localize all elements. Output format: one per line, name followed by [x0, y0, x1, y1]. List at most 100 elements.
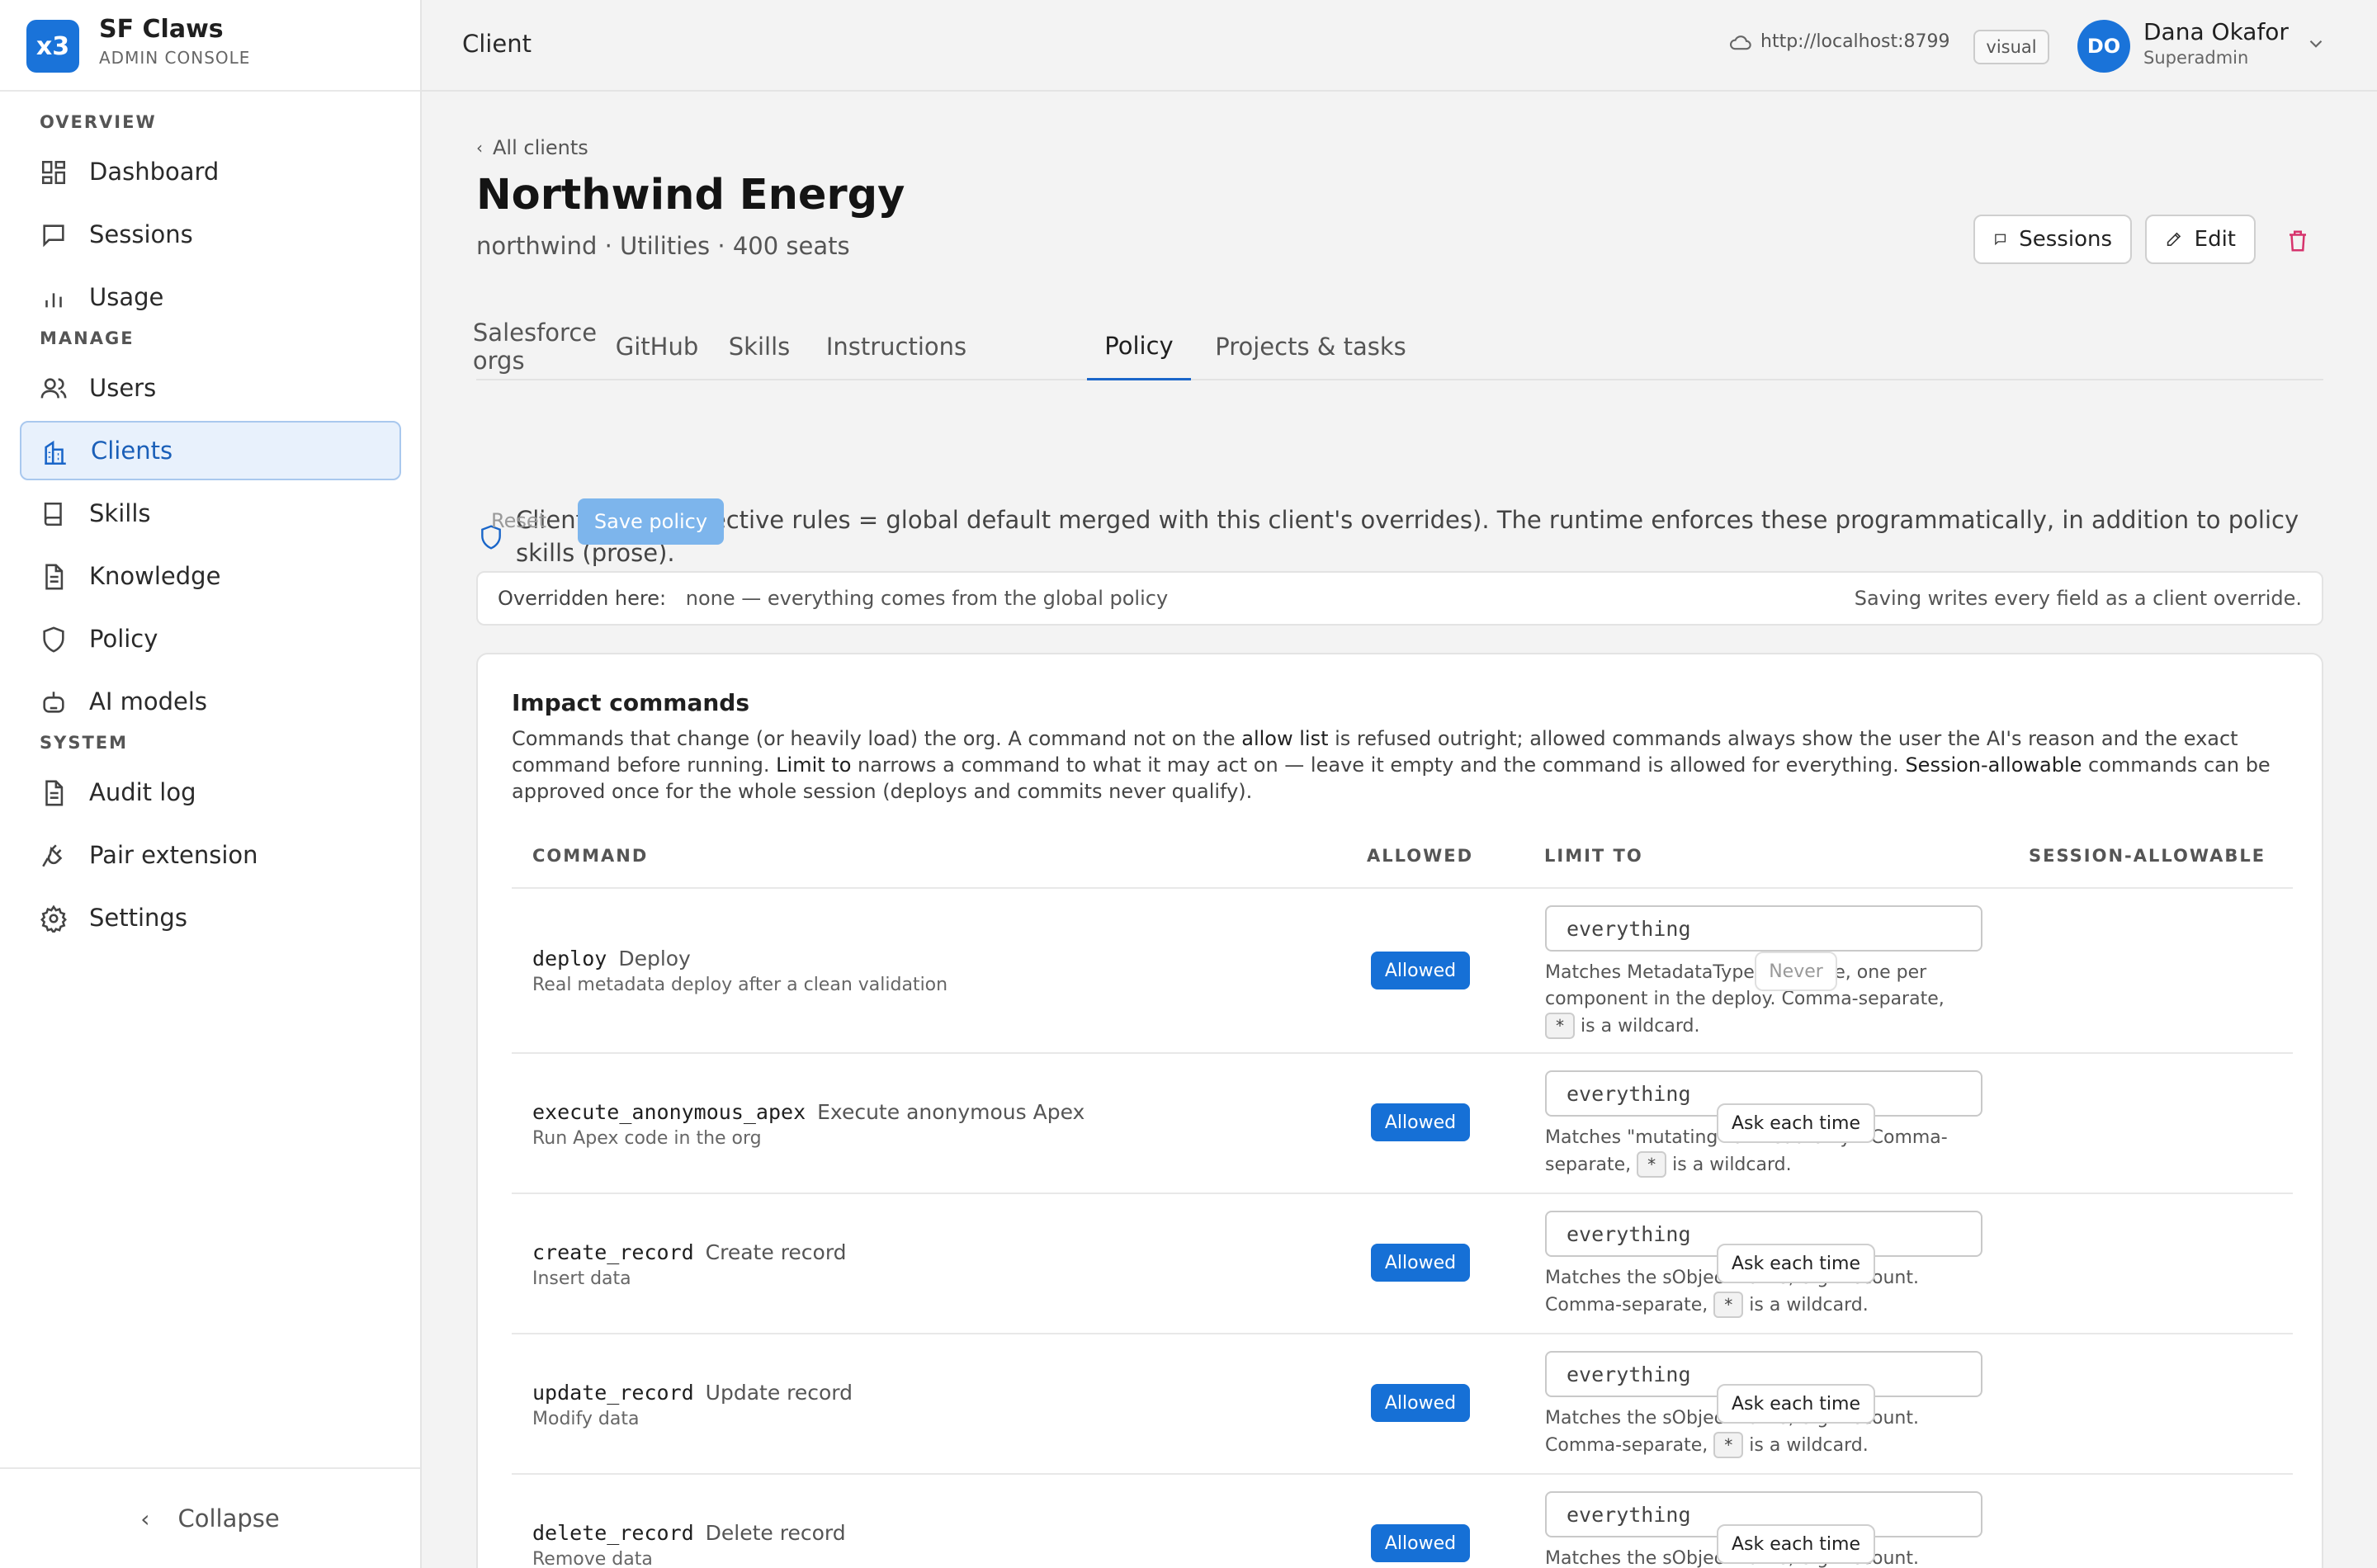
- sidebar-item-knowledge[interactable]: Knowledge: [20, 546, 401, 606]
- brand-logo: x3: [26, 20, 79, 73]
- hint-text: is a wildcard.: [1749, 1295, 1869, 1315]
- chevron-left-icon: ‹: [476, 138, 483, 158]
- topbar: Client http://localhost:8799 visual DO D…: [422, 0, 2377, 92]
- session-allowable-select[interactable]: Ask each time: [1717, 1103, 1875, 1143]
- section-system: SYSTEM: [40, 733, 129, 753]
- allowed-toggle[interactable]: Allowed: [1371, 1244, 1470, 1282]
- users-icon: [40, 378, 67, 399]
- sidebar-item-ai-models[interactable]: AI models: [20, 672, 401, 731]
- session-allowable-select[interactable]: Ask each time: [1717, 1244, 1875, 1283]
- table-row: deploy Deploy Real metadata deploy after …: [512, 887, 2293, 1052]
- collapse-button[interactable]: ‹ Collapse: [0, 1467, 420, 1568]
- column-header-command: COMMAND: [532, 846, 649, 866]
- edit-button[interactable]: Edit: [2145, 215, 2256, 264]
- session-allowable-badge: Never: [1755, 952, 1837, 991]
- sidebar-item-clients[interactable]: Clients: [20, 421, 401, 480]
- shield-icon: [43, 626, 64, 653]
- command-code: update_record: [532, 1381, 694, 1405]
- tab-projects-tasks[interactable]: Projects & tasks: [1209, 313, 1412, 380]
- sidebar-item-label: Audit log: [89, 778, 196, 806]
- tab-instructions[interactable]: Instructions: [816, 313, 976, 380]
- chevron-down-icon[interactable]: [2305, 33, 2327, 54]
- sidebar-item-audit-log[interactable]: Audit log: [20, 763, 401, 822]
- command-title: execute_anonymous_apex Execute anonymous …: [532, 1100, 1085, 1124]
- desc-text: Commands that change (or heavily load) t…: [512, 727, 1242, 750]
- sessions-button[interactable]: Sessions: [1973, 215, 2132, 264]
- sidebar-item-users[interactable]: Users: [20, 358, 401, 418]
- table-row: delete_record Delete record Remove data A…: [512, 1473, 2293, 1568]
- allowed-toggle[interactable]: Allowed: [1371, 952, 1470, 989]
- limit-to-input[interactable]: everything: [1545, 905, 1982, 952]
- book-icon: [44, 502, 62, 527]
- back-link[interactable]: ‹ All clients: [476, 136, 588, 159]
- sidebar-item-skills[interactable]: Skills: [20, 484, 401, 543]
- sidebar-item-label: Users: [89, 374, 157, 402]
- allowed-toggle[interactable]: Allowed: [1371, 1524, 1470, 1562]
- delete-button[interactable]: [2277, 220, 2318, 262]
- session-allowable-select[interactable]: Ask each time: [1717, 1384, 1875, 1424]
- document-icon: [45, 564, 64, 590]
- page-title: Northwind Energy: [476, 171, 905, 220]
- back-link-label: All clients: [493, 136, 588, 159]
- tab-skills[interactable]: Skills: [721, 313, 798, 380]
- hint-text: is a wildcard.: [1749, 1435, 1869, 1456]
- save-policy-button[interactable]: Save policy: [578, 498, 724, 545]
- overridden-label: Overridden here:: [498, 587, 667, 610]
- tab-salesforce-orgs[interactable]: Salesforce orgs: [473, 313, 597, 380]
- brand-subtitle: ADMIN CONSOLE: [99, 48, 251, 68]
- sidebar-item-usage[interactable]: Usage: [20, 267, 401, 327]
- cloud-icon: [1730, 35, 1751, 50]
- sidebar-item-sessions[interactable]: Sessions: [20, 205, 401, 264]
- card-title: Impact commands: [512, 689, 749, 716]
- sidebar-item-settings[interactable]: Settings: [20, 888, 401, 947]
- sidebar-item-pair-extension[interactable]: Pair extension: [20, 825, 401, 885]
- plug-icon: [42, 844, 63, 867]
- wildcard-key: *: [1545, 1013, 1576, 1039]
- command-name: Create record: [705, 1240, 847, 1264]
- command-name: Delete record: [705, 1521, 846, 1545]
- chat-icon: [43, 224, 64, 248]
- command-title: create_record Create record: [532, 1240, 847, 1264]
- command-description: Remove data: [532, 1549, 653, 1568]
- command-description: Modify data: [532, 1409, 640, 1429]
- command-code: create_record: [532, 1240, 694, 1264]
- allowed-toggle[interactable]: Allowed: [1371, 1384, 1470, 1422]
- client-meta: northwind · Utilities · 400 seats: [476, 232, 850, 260]
- avatar[interactable]: DO: [2077, 20, 2130, 73]
- brand: x3 SF Claws ADMIN CONSOLE: [0, 0, 420, 92]
- command-title: deploy Deploy: [532, 947, 691, 971]
- wildcard-key: *: [1713, 1292, 1744, 1318]
- session-allowable-select[interactable]: Ask each time: [1717, 1524, 1875, 1564]
- allowed-toggle[interactable]: Allowed: [1371, 1103, 1470, 1141]
- building-icon: [45, 440, 66, 465]
- user-name[interactable]: Dana Okafor: [2143, 18, 2289, 45]
- overridden-value: none — everything comes from the global …: [685, 587, 1169, 610]
- tab-bar: Salesforce orgs GitHub Skills Instructio…: [473, 313, 2323, 380]
- sidebar-item-label: Skills: [89, 499, 151, 527]
- section-overview: OVERVIEW: [40, 112, 157, 132]
- tab-policy[interactable]: Policy: [1087, 313, 1191, 380]
- reset-button[interactable]: Reset: [491, 509, 546, 532]
- trash-icon: [2290, 230, 2306, 252]
- command-description: Insert data: [532, 1268, 631, 1289]
- dashboard-icon: [41, 160, 66, 185]
- column-header-allowed: ALLOWED: [1367, 846, 1474, 866]
- mode-badge: visual: [1973, 30, 2049, 64]
- document-icon: [45, 780, 64, 806]
- page-header-title: Client: [462, 30, 532, 58]
- hint-text: is a wildcard.: [1581, 1016, 1700, 1037]
- collapse-label: Collapse: [177, 1504, 280, 1533]
- sidebar-item-policy[interactable]: Policy: [20, 609, 401, 668]
- sidebar-item-label: Usage: [89, 283, 164, 311]
- tab-github[interactable]: GitHub: [612, 313, 702, 380]
- server-url: http://localhost:8799: [1729, 31, 1950, 52]
- command-title: update_record Update record: [532, 1381, 853, 1405]
- wildcard-key: *: [1637, 1151, 1667, 1178]
- desc-term-limit-to: Limit to: [776, 753, 852, 777]
- sidebar-item-dashboard[interactable]: Dashboard: [20, 142, 401, 201]
- sidebar-item-label: Sessions: [89, 220, 193, 248]
- override-bar: Overridden here: none — everything comes…: [476, 571, 2323, 626]
- wildcard-key: *: [1713, 1432, 1744, 1458]
- command-name: Execute anonymous Apex: [817, 1100, 1085, 1124]
- command-description: Real metadata deploy after a clean valid…: [532, 975, 948, 995]
